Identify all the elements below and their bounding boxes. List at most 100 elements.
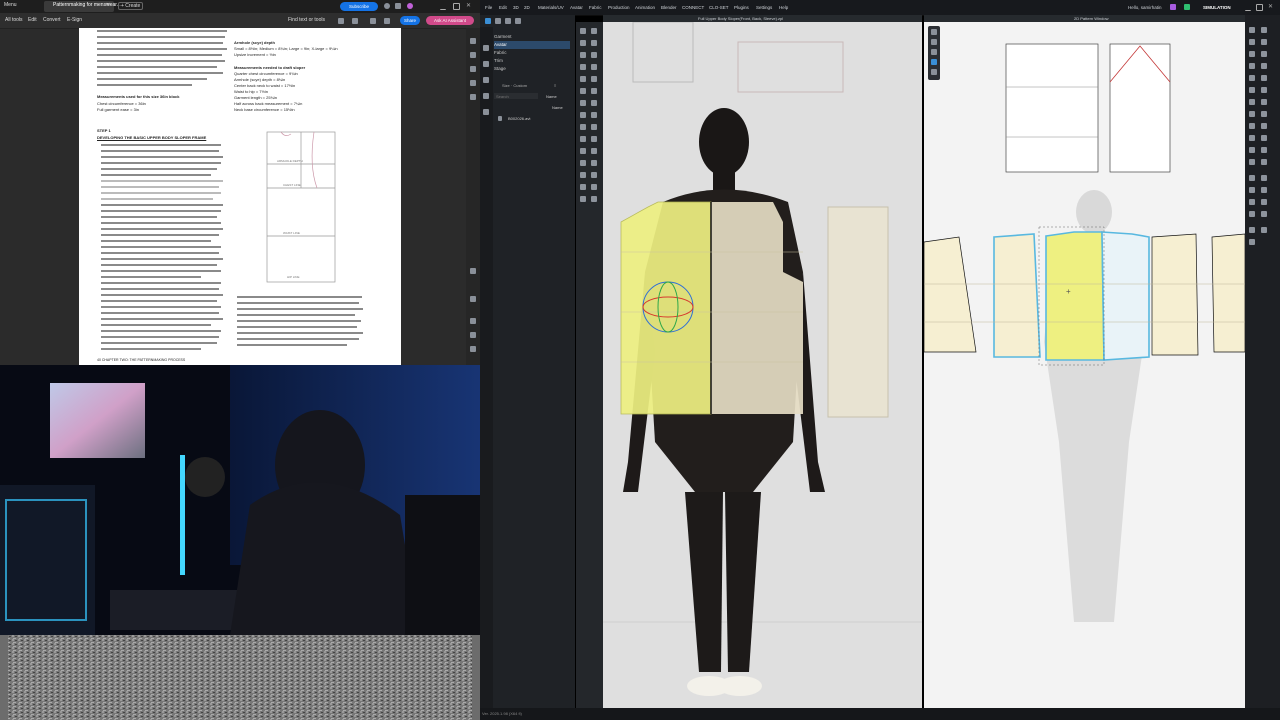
pdf-viewer-window: Menu Patternmaking for menswear... ✕ + C… (0, 0, 480, 365)
browser-item-list: Garment Avatar Fabric Trim Stage (494, 33, 570, 73)
menu-2d[interactable]: 2D (524, 5, 530, 10)
menu-avatar[interactable]: Avatar (570, 5, 583, 10)
menu-settings[interactable]: Settings (756, 5, 772, 10)
search-icon[interactable] (338, 18, 344, 24)
pdf-tab-title: Patternmaking for menswear... (53, 2, 121, 8)
2d-pattern-window[interactable]: + (924, 22, 1245, 708)
pdf-page: Measurements used for this size 36in blo… (79, 28, 401, 365)
sort-select[interactable]: Name (546, 94, 557, 99)
pattern-tool-icon[interactable] (931, 69, 937, 75)
window-close-icon[interactable]: ✕ (1268, 4, 1274, 10)
all-tools-menu[interactable]: All tools (5, 17, 23, 23)
menu-edit[interactable]: Edit (499, 5, 507, 10)
close-icon[interactable]: ✕ (106, 2, 110, 8)
zoom-out-icon[interactable] (470, 346, 476, 352)
page-up-icon[interactable] (470, 296, 476, 302)
create-button[interactable]: + Create (118, 2, 144, 10)
edit-pdf-icon[interactable] (470, 66, 476, 72)
menu-file[interactable]: File (485, 5, 492, 10)
find-text-field[interactable]: Find text or tools (288, 17, 325, 23)
size-sort-label[interactable]: Size · Custom (502, 83, 527, 88)
maximize-icon[interactable] (453, 3, 460, 10)
subscribe-button[interactable]: Subscribe (340, 2, 378, 11)
browser-item-trim[interactable]: Trim (494, 57, 570, 65)
browser-item-avatar[interactable]: Avatar (494, 41, 570, 49)
profile-icon[interactable] (1170, 4, 1176, 10)
half-back: Half across back measurement = 7¼in (234, 101, 303, 106)
menu-materials[interactable]: Materials/UV (538, 5, 564, 10)
select-tool-icon[interactable] (931, 29, 937, 35)
file-icon (498, 116, 502, 121)
menu-fabric[interactable]: Fabric (589, 5, 602, 10)
page-number-icon[interactable] (470, 268, 476, 274)
diagram-label-armhole: ARMHOLE DEPTH (277, 159, 303, 163)
avatar[interactable] (407, 3, 413, 9)
mode-label[interactable]: SIMULATION (1203, 5, 1231, 10)
zoom-in-icon[interactable] (470, 332, 476, 338)
quarter-chest: Quarter chest circumference = 9¾in (234, 71, 298, 76)
refresh-icon[interactable] (470, 318, 476, 324)
menu-help[interactable]: Help (779, 5, 788, 10)
export-icon[interactable] (470, 80, 476, 86)
window-close-icon[interactable]: ✕ (466, 3, 472, 9)
add-icon[interactable] (515, 18, 521, 24)
2d-pattern-canvas[interactable]: + (924, 22, 1245, 708)
esign-menu[interactable]: E-Sign (67, 17, 82, 23)
needed-heading: Measurements needed to draft sloper (234, 65, 306, 70)
highlight-icon[interactable] (470, 52, 476, 58)
edit-point-icon[interactable] (931, 49, 937, 55)
help-icon[interactable] (384, 3, 390, 9)
armhole-depth: Armhole (scye) depth = 8¾in (234, 77, 286, 82)
menu-production[interactable]: Production (608, 5, 630, 10)
app-icon[interactable] (1184, 4, 1190, 10)
convert-menu[interactable]: Convert (43, 17, 61, 23)
browser-item-garment[interactable]: Garment (494, 33, 570, 41)
trim-icon[interactable] (483, 93, 489, 99)
search-input[interactable] (494, 93, 538, 99)
avatar-icon[interactable] (483, 61, 489, 67)
waist-hip: Waist to hip = 7½in (234, 89, 268, 94)
property-tool-icons[interactable] (1245, 15, 1280, 315)
status-text: Ver. 2025.1.98 (X64 fi) (482, 711, 522, 716)
organize-icon[interactable] (470, 94, 476, 100)
fabric-icon[interactable] (483, 77, 489, 83)
garment-icon[interactable] (483, 45, 489, 51)
library-icon[interactable] (495, 18, 501, 24)
transform-tool-icon[interactable] (931, 39, 937, 45)
menu-connect[interactable]: CONNECT (682, 5, 704, 10)
menu-blender[interactable]: Blender (661, 5, 677, 10)
share-button[interactable]: Share (400, 16, 420, 25)
browser-left-rail (480, 27, 493, 717)
browser-toolbar (483, 17, 573, 25)
download-icon[interactable] (384, 18, 390, 24)
file-row[interactable]: B002026.avt (498, 116, 570, 123)
browser-item-fabric[interactable]: Fabric (494, 49, 570, 57)
3d-garment-viewport[interactable] (603, 22, 922, 708)
menu-closet[interactable]: CLO-SET (709, 5, 729, 10)
minimize-icon[interactable] (440, 3, 446, 10)
history-icon[interactable] (505, 18, 511, 24)
upsize-increment: Upsize increment = ½in (234, 52, 276, 57)
ai-assistant-button[interactable]: Ask AI Assistant (426, 16, 474, 25)
menu-plugins[interactable]: Plugins (734, 5, 749, 10)
bell-icon[interactable] (395, 3, 401, 9)
print-icon[interactable] (370, 18, 376, 24)
browser-item-stage[interactable]: Stage (494, 65, 570, 73)
maximize-icon[interactable] (1256, 4, 1263, 11)
3d-avatar-scene[interactable] (603, 22, 922, 708)
user-greeting[interactable]: Hello, samirhatin (1128, 5, 1162, 10)
menu-animation[interactable]: Animation (635, 5, 655, 10)
edit-menu[interactable]: Edit (28, 17, 37, 23)
3d-tool-icons[interactable] (576, 22, 603, 708)
pdf-menu-button[interactable]: Menu (4, 2, 17, 8)
comment-icon[interactable] (470, 38, 476, 44)
browser-tab-icon[interactable] (485, 18, 491, 24)
3d-window-title: Full Upper Body Sloper(Front, Back, Slee… (698, 16, 784, 21)
sewing-tool-icon[interactable] (931, 59, 937, 65)
stage-icon[interactable] (483, 109, 489, 115)
sort-toggle[interactable]: ≡ (554, 83, 556, 88)
search-row: Name (494, 93, 574, 101)
bookmark-icon[interactable] (352, 18, 358, 24)
minimize-icon[interactable] (1245, 4, 1251, 11)
menu-3d[interactable]: 3D (513, 5, 519, 10)
